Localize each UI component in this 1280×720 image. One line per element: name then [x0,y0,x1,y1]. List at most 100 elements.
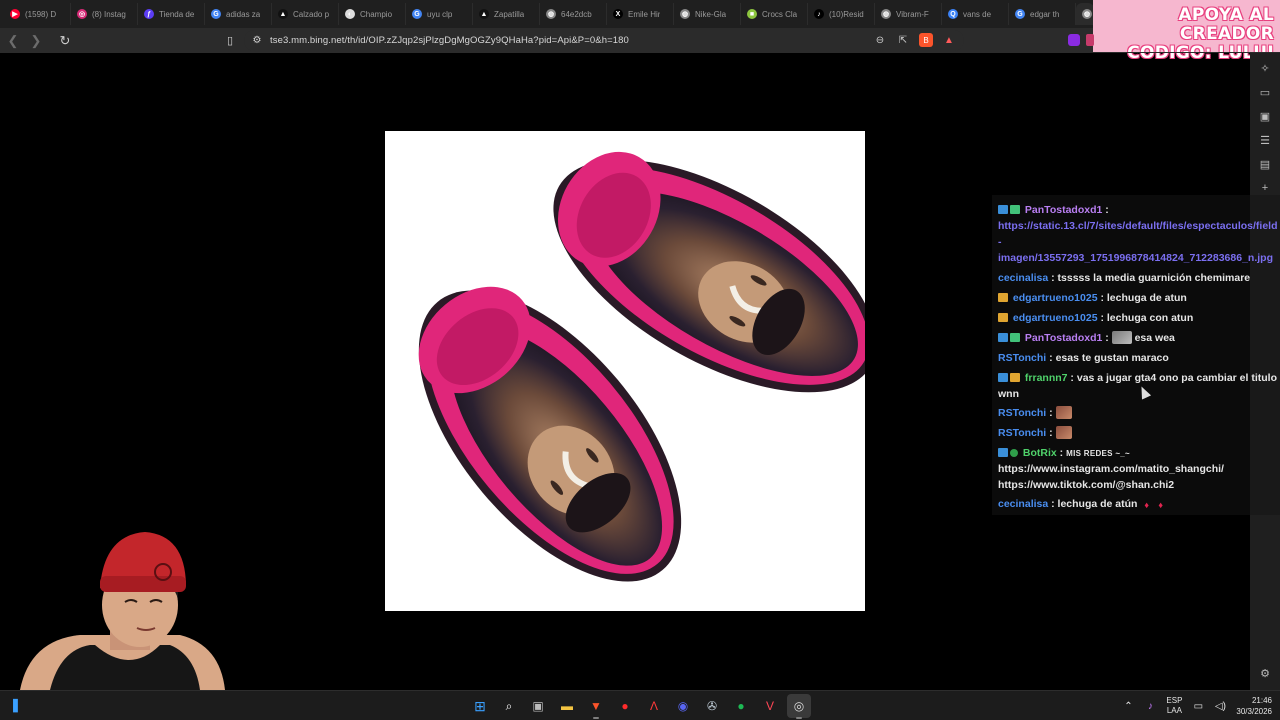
address-bar[interactable]: ⚙ tse3.mm.bing.net/th/id/OIP.zZJqp2sjPlz… [244,30,964,51]
system-tray: ⌃ ♪ ESP LAA ▭ ◁) 21:46 30/3/2026 [1122,694,1272,718]
zoom-icon[interactable]: ⊖ [873,33,887,47]
file-explorer-icon[interactable]: ▬ [555,694,579,718]
chat-message: cecinalisa : tsssss la media guarnición … [998,272,1251,284]
browser-tab[interactable]: Guyu clp [406,3,473,25]
obs-icon[interactable]: ◎ [787,694,811,719]
reload-icon[interactable]: ↻ [55,31,75,51]
tab-favicon-icon: ◐ [345,9,355,19]
chat-link[interactable]: https://www.instagram.com/matito_shangch… [998,463,1224,475]
url-actions: ⊖ ⇱ B ▲ [873,33,956,47]
tab-favicon-icon: ▲ [278,9,288,19]
chat-message-text: https://www.instagram.com/matito_shangch… [998,461,1280,477]
chat-link[interactable]: https://www.tiktok.com/@shan.chi2 [998,479,1174,491]
displayed-image[interactable] [385,131,865,611]
chat-message: RSTonchi : esas te gustan maraco [998,352,1169,364]
clock[interactable]: 21:46 30/3/2026 [1236,695,1272,717]
browser-tab[interactable]: ◐ Champio [339,3,406,25]
rewards-icon[interactable]: ▲ [942,33,956,47]
back-arrow-icon[interactable]: ❮ [3,31,23,51]
browser-tab[interactable]: ◍ Vibram-F [875,3,942,25]
chat-link[interactable]: - [998,236,1002,248]
chat-message: cecinalisa : lechuga de atún ♦ ♦ [998,496,1280,512]
extension-icon-2[interactable] [1086,34,1094,46]
chat-username: RSTonchi [998,352,1047,364]
chat-text: wnn [998,388,1019,400]
tab-favicon-icon: ◎ [77,9,87,19]
badge-icon [998,333,1008,342]
browser-tab[interactable]: ◎ (8) Instag [71,3,138,25]
chat-username: PanTostadoxd1 [1024,204,1103,216]
chat-message-text: https://static.13.cl/7/sites/default/fil… [998,218,1280,234]
chat-message: PanTostadoxd1 : esa wea [998,330,1280,346]
network-icon[interactable]: ▭ [1192,700,1204,712]
chat-username: PanTostadoxd1 [1024,332,1103,344]
tab-favicon-icon: Q [948,9,958,19]
tab-label: Zapatilla [494,9,525,19]
tab-label: Calzado p [293,9,330,19]
browser-tab[interactable]: Gadidas za [205,3,272,25]
task-view-icon[interactable]: ▣ [526,694,550,718]
heart-emote-icon: ♦ [1144,500,1149,510]
wallet-icon[interactable]: ▣ [1258,109,1272,123]
chat-link[interactable]: https://static.13.cl/7/sites/default/fil… [998,220,1278,232]
chat-message-text: imagen/13557293_1751996878414824_7122836… [998,250,1280,266]
reading-list-icon[interactable]: ☰ [1258,133,1272,147]
browser-tab[interactable]: Gedgar th [1009,3,1076,25]
search-icon[interactable]: ⌕ [497,694,521,718]
chat-link[interactable]: imagen/13557293_1751996878414824_7122836… [998,252,1273,264]
browser-tab[interactable]: ƒ Tienda de [138,3,205,25]
browser-tab[interactable]: X Emile Hir [607,3,674,25]
share-icon[interactable]: ⇱ [896,33,910,47]
browser-tab[interactable]: ▲ Calzado p [272,3,339,25]
steam-icon[interactable]: ✇ [700,694,724,718]
add-panel-icon[interactable]: + [1258,181,1272,195]
chat-text: vas a jugar gta4 ono pa cambiar el titul… [1076,372,1277,384]
bookmarks-panel-icon[interactable]: ▤ [1258,157,1272,171]
youtube-music-icon[interactable]: ● [613,694,637,718]
site-info-icon[interactable]: ⚙ [250,34,264,48]
tab-favicon-icon: ◍ [1082,9,1092,19]
extension-icon[interactable] [1068,34,1080,46]
tab-favicon-icon: ▲ [479,9,489,19]
spotify-icon[interactable]: ● [729,694,753,718]
tab-label: 64e2dcb [561,9,592,19]
leo-ai-icon[interactable]: ✧ [1258,61,1272,75]
browser-tab[interactable]: ◍ 64e2dcb [540,3,607,25]
taskbar-apps: ⊞ ⌕ ▣ ▬ ▼ ● Ʌ ◉ ✇ ● V ◎ [468,694,811,719]
tab-label: (8) Instag [92,9,126,19]
valorant-icon[interactable]: V [758,694,782,718]
sidebar-settings-icon[interactable]: ⚙ [1258,666,1272,680]
badge-icon [998,313,1008,322]
chat-message: edgartrueno1025 : lechuga con atun [998,310,1280,326]
promo-line-1: APOYA AL CREADOR [1178,5,1274,44]
browser-tab[interactable]: ■ Crocs Cla [741,3,808,25]
playlist-icon[interactable]: ▭ [1258,85,1272,99]
browser-tab[interactable]: ◍ Nike-Gla [674,3,741,25]
url-text[interactable]: tse3.mm.bing.net/th/id/OIP.zZJqp2sjPlzgD… [270,35,629,46]
chat-message-text: https://www.tiktok.com/@shan.chi2 [998,477,1280,493]
browser-tab[interactable]: ◍ [1076,3,1094,25]
discord-icon[interactable]: ◉ [671,694,695,718]
windows-start-icon[interactable]: ⊞ [468,694,492,718]
language-indicator[interactable]: ESP LAA [1166,696,1182,716]
browser-tab[interactable]: ▶ (1598) D [4,3,71,25]
forward-arrow-icon[interactable]: ❯ [26,31,46,51]
chat-message: PanTostadoxd1 : [998,202,1280,218]
browser-tab[interactable]: ▲ Zapatilla [473,3,540,25]
chat-message: BotRix : MIS REDES ~_~ [998,445,1280,462]
adobe-icon[interactable]: Ʌ [642,694,666,718]
badge-icon [1010,333,1020,342]
brave-browser-icon[interactable]: ▼ [584,694,608,719]
browser-tab[interactable]: ♪ (10)Resid [808,3,875,25]
windows-taskbar: ❚ ⊞ ⌕ ▣ ▬ ▼ ● Ʌ ◉ ✇ ● V ◎ ⌃ ♪ ESP LAA ▭ … [0,690,1280,720]
brave-shields-icon[interactable]: B [919,33,933,47]
tab-label: Vibram-F [896,9,929,19]
browser-tab[interactable]: Qvans de [942,3,1009,25]
microphone-icon[interactable]: ♪ [1144,700,1156,712]
widgets-icon[interactable]: ❚ [10,697,28,715]
language-bottom: LAA [1166,706,1182,715]
bookmark-icon[interactable]: ▯ [222,32,238,48]
show-hidden-icons-icon[interactable]: ⌃ [1122,700,1134,712]
volume-icon[interactable]: ◁) [1214,700,1226,712]
chat-username: frrannn7 [1024,372,1068,384]
